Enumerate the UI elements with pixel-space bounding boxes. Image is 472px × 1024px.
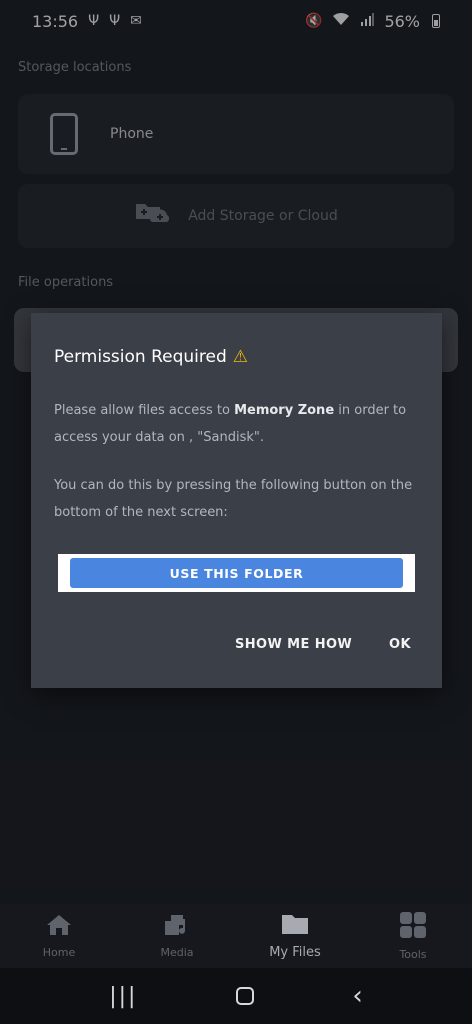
- system-nav-bar: ||| ‹: [0, 968, 472, 1024]
- home-icon: [46, 913, 72, 942]
- nav-media-label: Media: [160, 946, 194, 959]
- dialog-message-2: You can do this by pressing the followin…: [54, 478, 413, 520]
- home-button-icon[interactable]: [235, 987, 254, 1005]
- nav-tools[interactable]: Tools: [354, 904, 472, 968]
- dialog-title: Permission Required ⚠: [54, 347, 248, 367]
- recents-icon[interactable]: |||: [109, 984, 137, 1009]
- back-icon[interactable]: ‹: [352, 981, 362, 1011]
- nav-home-label: Home: [42, 946, 76, 959]
- grid-icon: [399, 911, 427, 944]
- nav-tools-label: Tools: [399, 948, 427, 961]
- dialog-title-text: Permission Required: [54, 347, 227, 367]
- use-this-folder-button[interactable]: USE THIS FOLDER: [70, 558, 403, 588]
- permission-dialog: Permission Required ⚠ Please allow files…: [31, 313, 442, 688]
- app-name: Memory Zone: [234, 403, 335, 418]
- media-icon: [163, 913, 191, 942]
- bottom-nav: Home Media My Files Tools: [0, 904, 472, 968]
- ok-button[interactable]: OK: [389, 637, 411, 652]
- dialog-message-1-pre: Please allow files access to: [54, 403, 235, 418]
- warning-icon: ⚠: [232, 347, 249, 367]
- dialog-message-1: Please allow files access to Memory Zone…: [54, 397, 414, 451]
- nav-media[interactable]: Media: [118, 904, 236, 968]
- nav-my-files-label: My Files: [269, 945, 321, 960]
- folder-icon: [280, 912, 310, 941]
- nav-my-files[interactable]: My Files: [236, 904, 354, 968]
- nav-home[interactable]: Home: [0, 904, 118, 968]
- show-me-how-button[interactable]: SHOW ME HOW: [235, 637, 352, 652]
